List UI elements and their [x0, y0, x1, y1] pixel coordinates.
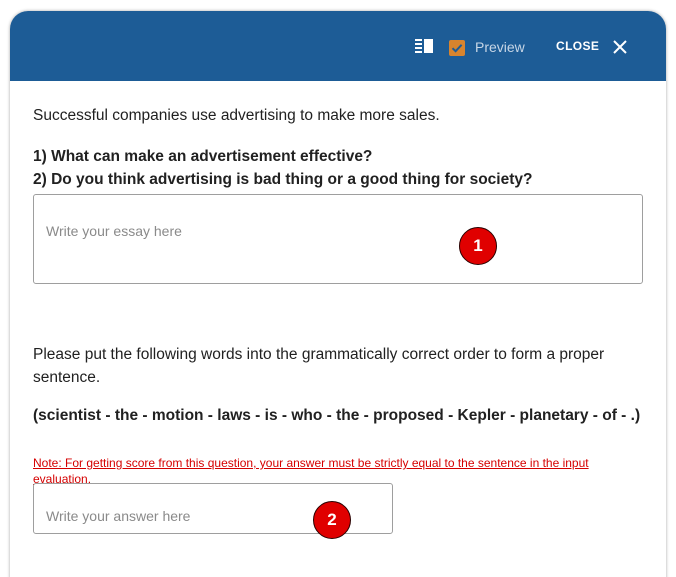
- close-button[interactable]: CLOSE: [556, 39, 599, 53]
- ordering-instruction: Please put the following words into the …: [33, 346, 605, 386]
- layout-panel-icon[interactable]: [415, 39, 433, 53]
- header-bar: Preview CLOSE: [10, 11, 666, 81]
- essay-question-2: 2) Do you think advertising is bad thing…: [33, 171, 533, 188]
- preview-label[interactable]: Preview: [475, 39, 525, 55]
- essay-prompt: Successful companies use advertising to …: [33, 107, 440, 124]
- editor-window: Preview CLOSE Successful companies use a…: [10, 11, 666, 577]
- close-icon[interactable]: [613, 40, 627, 54]
- preview-checkbox[interactable]: [449, 40, 465, 56]
- essay-input[interactable]: [33, 194, 643, 284]
- ordering-words: (scientist - the - motion - laws - is - …: [33, 407, 641, 424]
- step-badge-1: 1: [459, 227, 497, 265]
- essay-question-1: 1) What can make an advertisement effect…: [33, 148, 373, 165]
- checkmark-icon: [451, 44, 463, 53]
- step-badge-2: 2: [313, 501, 351, 539]
